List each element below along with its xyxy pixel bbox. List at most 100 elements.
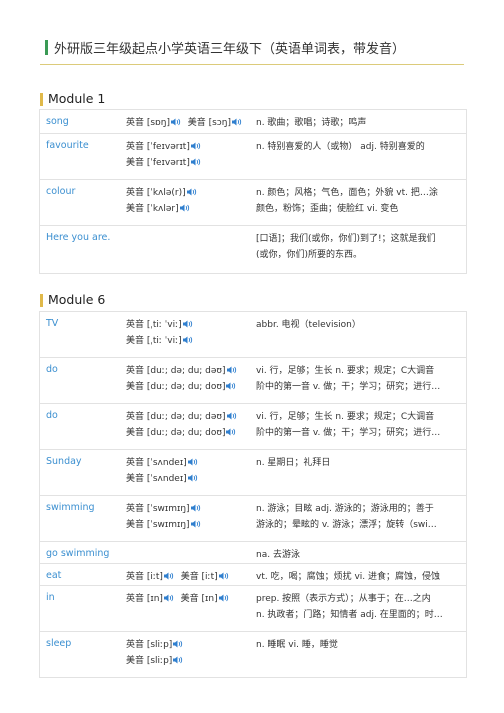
meaning-text: n. 星期日；礼拜日: [256, 458, 331, 468]
vocab-word: sleep: [46, 638, 72, 649]
meaning-cell: [口语]；我们(或你，你们)到了!；这就是我们 (或你，你们)所要的东西。: [256, 231, 462, 263]
speaker-icon[interactable]: [187, 458, 199, 466]
pronunciation-line: 英音 [duː; də; du; dəʊ]: [126, 363, 238, 379]
phonetic-text: 美音 [ɪn]: [180, 594, 218, 604]
meaning-cell: vt. 吃，喝；腐蚀；烦扰 vi. 进食；腐蚀，侵蚀: [256, 569, 462, 585]
pronunciation-cell: 英音 [ˈkʌlə(r)] 美音 [ˈkʌlər]: [126, 185, 198, 217]
speaker-icon[interactable]: [173, 640, 184, 648]
speaker-icon[interactable]: [182, 336, 194, 344]
meaning-cell: n. 睡眠 vi. 睡，睡觉: [256, 637, 462, 653]
vocab-row: song 英音 [sɒŋ] 美音 [sɔŋ] n. 歌曲；歌唱；诗歌；鸣声: [40, 110, 466, 134]
phonetic-text: 英音 [duː; də; du; dəʊ]: [126, 366, 226, 376]
phonetic-text: 美音 [sɔŋ]: [187, 118, 231, 128]
meaning-cell: n. 歌曲；歌唱；诗歌；鸣声: [256, 115, 462, 131]
speaker-icon[interactable]: [173, 656, 184, 664]
pronunciation-line: 英音 [ɪn] 美音 [ɪn]: [126, 591, 230, 607]
speaker-icon[interactable]: [231, 118, 243, 126]
pronunciation-cell: 英音 [duː; də; du; dəʊ] 美音 [duː; də; du; do…: [126, 409, 238, 441]
speaker-icon[interactable]: [226, 428, 237, 436]
phonetic-text: 英音 [ˈsʌndeɪ]: [126, 458, 187, 468]
phonetic-text: 英音 [ɪn]: [126, 594, 163, 604]
meaning-text: 阶中的第一音 v. 做；干；学习；研究；进行…: [256, 428, 441, 438]
speaker-icon[interactable]: [190, 142, 202, 150]
phonetic-text: 英音 [sɒŋ]: [126, 118, 170, 128]
meaning-text: n. 睡眠 vi. 睡，睡觉: [256, 640, 338, 650]
meaning-text: n. 颜色；风格；气色，面色；外貌 vt. 把…涂: [256, 188, 438, 198]
pronunciation-cell: 英音 [iːt] 美音 [iːt]: [126, 569, 230, 585]
vocab-row: do 英音 [duː; də; du; dəʊ] 美音 [duː; də; du; …: [40, 358, 466, 404]
meaning-text: vt. 吃，喝；腐蚀；烦扰 vi. 进食；腐蚀，侵蚀: [256, 572, 440, 582]
phonetic-text: 英音 [iːt]: [126, 572, 163, 582]
meaning-text: n. 特别喜爱的人（或物） adj. 特别喜爱的: [256, 142, 425, 152]
pronunciation-cell: 英音 [ˈswɪmɪŋ] 美音 [ˈswɪmɪŋ]: [126, 501, 202, 533]
pronunciation-line: 美音 [duː; də; du; doʊ]: [126, 379, 238, 395]
vocab-row: Here you are. [口语]；我们(或你，你们)到了!；这就是我们 (或你，…: [40, 226, 466, 274]
phonetic-text: 美音 [duː; də; du; doʊ]: [126, 428, 226, 438]
speaker-icon[interactable]: [163, 594, 175, 602]
section-title: Module 1: [48, 91, 106, 106]
speaker-icon[interactable]: [171, 118, 182, 126]
pronunciation-line: 英音 [ˈkʌlə(r)]: [126, 185, 198, 201]
meaning-cell: n. 颜色；风格；气色，面色；外貌 vt. 把…涂 颜色，粉饰；歪曲；使脸红 vi…: [256, 185, 462, 217]
speaker-icon[interactable]: [187, 474, 199, 482]
meaning-cell: n. 星期日；礼拜日: [256, 455, 462, 471]
pronunciation-line: 英音 [duː; də; du; dəʊ]: [126, 409, 238, 425]
speaker-icon[interactable]: [179, 204, 191, 212]
meaning-text: 游泳的；晕眩的 v. 游泳；漂浮；旋转（swi…: [256, 520, 437, 530]
phonetic-text: 美音 [ˈsʌndeɪ]: [126, 474, 187, 484]
meaning-text: abbr. 电视（television）: [256, 320, 361, 330]
speaker-icon[interactable]: [226, 382, 237, 390]
pronunciation-line: 美音 [ˈfeɪvərɪt]: [126, 155, 202, 171]
section-title: Module 6: [48, 292, 106, 307]
meaning-text: n. 歌曲；歌唱；诗歌；鸣声: [256, 118, 367, 128]
vocab-word: do: [46, 364, 58, 375]
pronunciation-line: 英音 [ˈswɪmɪŋ]: [126, 501, 202, 517]
speaker-icon[interactable]: [190, 520, 202, 528]
pronunciation-line: 英音 [sliːp]: [126, 637, 184, 653]
pronunciation-line: 英音 [sɒŋ] 美音 [sɔŋ]: [126, 115, 243, 131]
speaker-icon[interactable]: [163, 572, 175, 580]
vocab-row: TV 英音 [ˌtiː ˈviː] 美音 [ˌtiː ˈviː] abbr. 电视（t…: [40, 312, 466, 358]
speaker-icon[interactable]: [190, 504, 202, 512]
pronunciation-line: 英音 [ˈsʌndeɪ]: [126, 455, 199, 471]
pronunciation-line: 美音 [sliːp]: [126, 653, 184, 669]
vocab-row: favourite 英音 [ˈfeɪvərɪt] 美音 [ˈfeɪvərɪt] n. …: [40, 134, 466, 180]
phonetic-text: 英音 [duː; də; du; dəʊ]: [126, 412, 226, 422]
meaning-text: n. 执政者；门路；知情者 adj. 在里面的；时…: [256, 610, 443, 620]
phonetic-text: 美音 [ˌtiː ˈviː]: [126, 336, 182, 346]
vocab-row: in 英音 [ɪn] 美音 [ɪn] prep. 按照（表示方式）；从事于；在…之内…: [40, 586, 466, 632]
phonetic-text: 美音 [ˈkʌlər]: [126, 204, 179, 214]
meaning-cell: na. 去游泳: [256, 547, 462, 563]
pronunciation-cell: 英音 [ˈfeɪvərɪt] 美音 [ˈfeɪvərɪt]: [126, 139, 202, 171]
phonetic-text: 英音 [ˌtiː ˈviː]: [126, 320, 182, 330]
vocab-row: do 英音 [duː; də; du; dəʊ] 美音 [duː; də; du; …: [40, 404, 466, 450]
pronunciation-cell: 英音 [sliːp] 美音 [sliːp]: [126, 637, 184, 669]
vocab-word: Sunday: [46, 456, 82, 467]
speaker-icon[interactable]: [182, 320, 194, 328]
phonetic-text: 英音 [ˈfeɪvərɪt]: [126, 142, 190, 152]
phonetic-text: 美音 [iːt]: [180, 572, 218, 582]
pronunciation-cell: 英音 [duː; də; du; dəʊ] 美音 [duː; də; du; do…: [126, 363, 238, 395]
vocab-row: Sunday 英音 [ˈsʌndeɪ] 美音 [ˈsʌndeɪ] n. 星期日；礼拜日: [40, 450, 466, 496]
meaning-text: na. 去游泳: [256, 550, 300, 560]
vocab-row: sleep 英音 [sliːp] 美音 [sliːp] n. 睡眠 vi. 睡，睡觉: [40, 632, 466, 678]
pronunciation-cell: 英音 [sɒŋ] 美音 [sɔŋ]: [126, 115, 243, 131]
meaning-text: 颜色，粉饰；歪曲；使脸红 vi. 变色: [256, 204, 399, 214]
phonetic-text: 美音 [duː; də; du; doʊ]: [126, 382, 226, 392]
speaker-icon[interactable]: [226, 412, 238, 420]
speaker-icon[interactable]: [218, 572, 230, 580]
speaker-icon[interactable]: [226, 366, 238, 374]
speaker-icon[interactable]: [190, 158, 202, 166]
pronunciation-line: 美音 [ˈsʌndeɪ]: [126, 471, 199, 487]
vocab-word: Here you are.: [46, 232, 111, 243]
title-accent-bar: [45, 40, 48, 55]
vocab-word: song: [46, 116, 69, 127]
speaker-icon[interactable]: [186, 188, 198, 196]
vocab-word: in: [46, 592, 55, 603]
vocab-row: colour 英音 [ˈkʌlə(r)] 美音 [ˈkʌlər] n. 颜色；风格；气…: [40, 180, 466, 226]
speaker-icon[interactable]: [218, 594, 230, 602]
meaning-text: (或你，你们)所要的东西。: [256, 250, 363, 260]
vocab-table-module-1: song 英音 [sɒŋ] 美音 [sɔŋ] n. 歌曲；歌唱；诗歌；鸣声 favou…: [39, 109, 467, 274]
phonetic-text: 英音 [sliːp]: [126, 640, 173, 650]
pronunciation-line: 英音 [iːt] 美音 [iːt]: [126, 569, 230, 585]
